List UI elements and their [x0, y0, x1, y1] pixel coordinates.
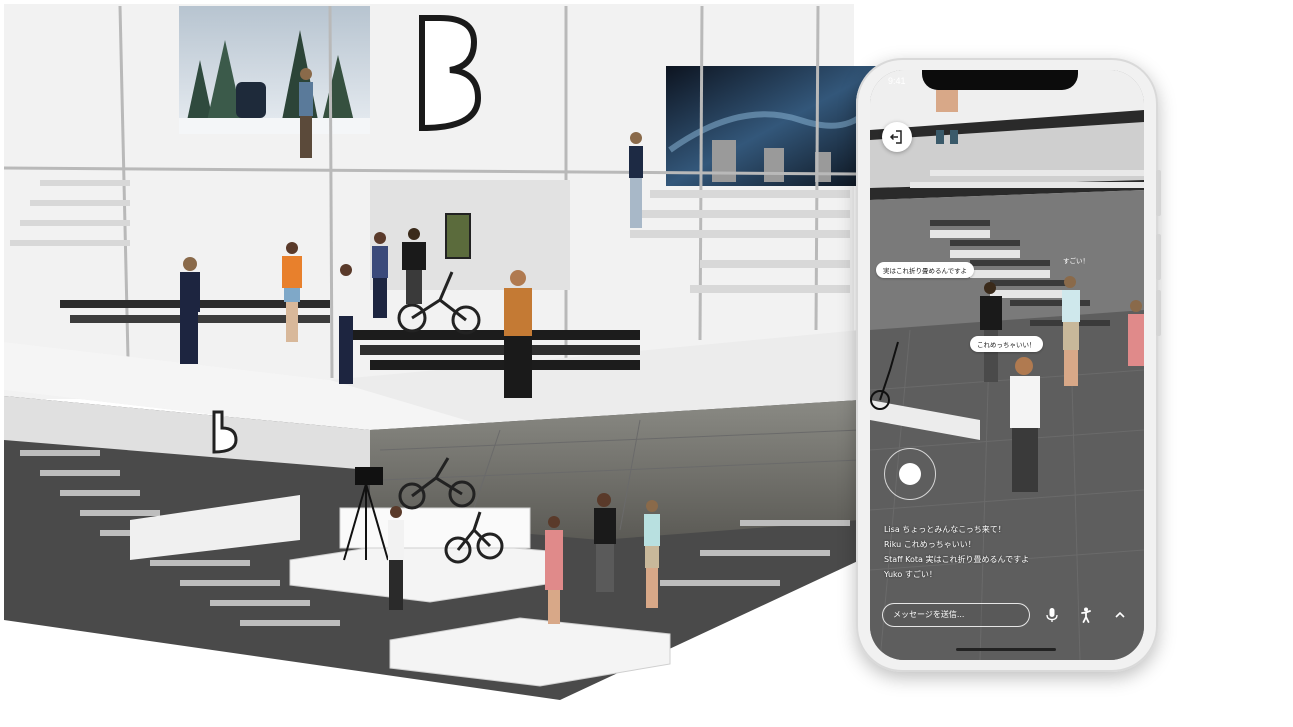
- chat-text: 実はこれ折り畳めるんですよ: [925, 555, 1030, 564]
- chat-message: Staff Kota 実はこれ折り畳めるんですよ: [884, 552, 1134, 567]
- phone-notch: [922, 70, 1078, 90]
- status-bar-time: 9:41: [888, 76, 906, 86]
- winter-poster: [179, 6, 370, 134]
- home-indicator: [956, 648, 1056, 651]
- chat-text: すごい！: [904, 570, 937, 579]
- virtual-store-showcase: 9:41 実はこれ折り畳めるんですよ すごい！ これめっちゃいい！ Lisa ち…: [0, 0, 1293, 727]
- phone-side-button: [1156, 234, 1161, 280]
- message-input[interactable]: メッセージを送信...: [882, 603, 1030, 627]
- phone-side-button: [1156, 290, 1161, 336]
- exit-button[interactable]: [882, 122, 912, 152]
- app-screen: 9:41 実はこれ折り畳めるんですよ すごい！ これめっちゃいい！ Lisa ち…: [870, 70, 1144, 660]
- expand-menu-button[interactable]: [1110, 605, 1130, 625]
- speech-bubble-staff: 実はこれ折り畳めるんですよ: [876, 262, 975, 278]
- joystick-icon[interactable]: [899, 463, 921, 485]
- phone-side-button: [1156, 170, 1161, 216]
- microphone-icon: [1046, 608, 1058, 622]
- digital-display-wall: [666, 66, 886, 186]
- microphone-button[interactable]: [1042, 605, 1062, 625]
- chat-message: Riku これめっちゃいい！: [884, 537, 1134, 552]
- brand-logo-upper: [419, 15, 482, 132]
- chevron-up-icon: [1115, 611, 1125, 618]
- avatar-pose-icon: [1081, 607, 1091, 623]
- chat-text: ちょっとみんなこっち来て！: [902, 525, 1006, 534]
- chat-log: Lisa ちょっとみんなこっち来て！ Riku これめっちゃいい！ Staff …: [884, 522, 1134, 582]
- smartphone-mockup: 9:41 実はこれ折り畳めるんですよ すごい！ これめっちゃいい！ Lisa ち…: [856, 58, 1161, 672]
- speech-bubble-riku: これめっちゃいい！: [970, 336, 1043, 352]
- speech-bubble-yuko: すごい！: [1063, 257, 1089, 265]
- chat-text: これめっちゃいい！: [903, 540, 976, 549]
- joystick-control[interactable]: [884, 448, 936, 500]
- chat-message: Yuko すごい！: [884, 567, 1134, 582]
- chat-sender: Riku: [884, 540, 902, 549]
- chat-message: Lisa ちょっとみんなこっち来て！: [884, 522, 1134, 537]
- chat-sender: Lisa: [884, 525, 900, 534]
- exit-icon: [889, 130, 902, 144]
- chat-sender: Yuko: [884, 570, 903, 579]
- avatar-pose-button[interactable]: [1076, 605, 1096, 625]
- chat-sender: Staff Kota: [884, 555, 923, 564]
